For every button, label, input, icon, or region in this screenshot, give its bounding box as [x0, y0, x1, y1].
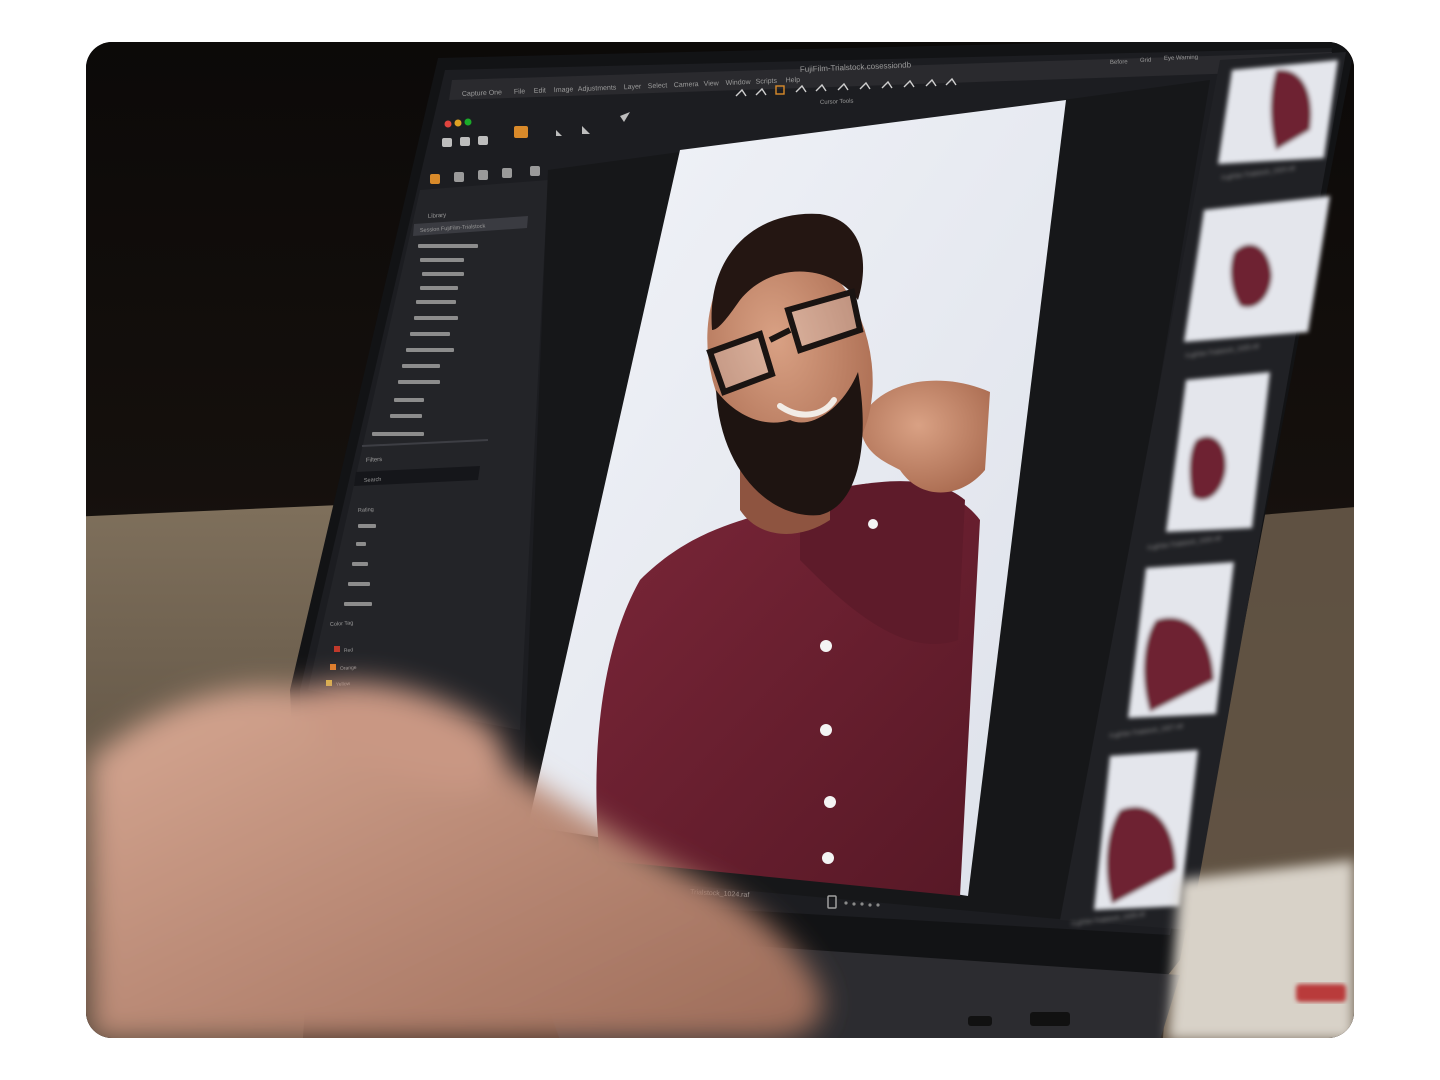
shirt-button	[868, 519, 878, 529]
before-toggle[interactable]: Before	[1110, 59, 1129, 66]
filter-search-placeholder: Search	[364, 477, 382, 484]
color-tag-red-label: Red	[344, 647, 354, 654]
menu-select[interactable]: Select	[648, 82, 668, 90]
color-tag-orange[interactable]	[330, 664, 336, 670]
tree-row[interactable]	[402, 364, 440, 368]
process-icon[interactable]	[478, 136, 488, 145]
laptop-port	[1030, 1012, 1070, 1026]
tree-row[interactable]	[418, 244, 478, 248]
minimize-window-icon[interactable]	[454, 119, 462, 127]
menu-edit[interactable]: Edit	[534, 87, 546, 95]
tree-row[interactable]	[414, 316, 458, 320]
capture-tab-icon[interactable]	[454, 172, 464, 182]
library-title: Library	[428, 213, 447, 220]
page-dot[interactable]	[868, 903, 872, 907]
shirt-button	[822, 852, 834, 864]
tree-row[interactable]	[410, 332, 450, 336]
color-tag-red[interactable]	[334, 646, 340, 652]
foreground-device	[1168, 860, 1354, 1038]
grid-toggle[interactable]: Grid	[1140, 58, 1152, 64]
tree-row[interactable]	[420, 286, 458, 290]
menu-image[interactable]: Image	[554, 86, 574, 94]
tree-row[interactable]	[394, 398, 424, 402]
photo-scene: Capture One File Edit Image Adjustments …	[86, 42, 1354, 1038]
tree-row[interactable]	[372, 432, 424, 436]
tree-row[interactable]	[390, 414, 422, 418]
exposure-warning-toggle[interactable]: Eye Warning	[1164, 55, 1198, 62]
tree-row[interactable]	[398, 380, 440, 384]
camera-icon[interactable]	[514, 126, 528, 138]
menu-help[interactable]: Help	[786, 77, 801, 85]
tree-row[interactable]	[422, 272, 464, 276]
zoom-window-icon[interactable]	[464, 118, 472, 126]
color-tab-icon[interactable]	[502, 168, 512, 178]
close-window-icon[interactable]	[444, 120, 452, 128]
rating-row[interactable]	[356, 542, 366, 546]
export-icon[interactable]	[460, 137, 470, 146]
filmstrip-thumbnail[interactable]	[1184, 196, 1330, 342]
more-tab-icon[interactable]	[530, 166, 540, 176]
rating-row[interactable]	[344, 602, 372, 606]
library-tab-icon[interactable]	[430, 174, 440, 184]
page-dot[interactable]	[844, 901, 848, 905]
device-red-port	[1296, 984, 1346, 1002]
menu-camera[interactable]: Camera	[674, 81, 699, 89]
filters-title: Filters	[366, 457, 383, 464]
menu-layer[interactable]: Layer	[624, 83, 642, 91]
menu-scripts[interactable]: Scripts	[756, 78, 778, 86]
menu-window[interactable]: Window	[726, 79, 752, 87]
photo-frame: Capture One File Edit Image Adjustments …	[86, 42, 1354, 1038]
shirt-button	[820, 640, 832, 652]
tree-row[interactable]	[416, 300, 456, 304]
rating-row[interactable]	[352, 562, 368, 566]
rating-row[interactable]	[358, 524, 376, 528]
page-dot[interactable]	[876, 903, 880, 907]
import-icon[interactable]	[442, 138, 452, 147]
shirt-button	[824, 796, 836, 808]
lens-tab-icon[interactable]	[478, 170, 488, 180]
color-tag-orange-label: Orange	[340, 665, 357, 672]
tree-row[interactable]	[406, 348, 454, 352]
menu-file[interactable]: File	[514, 88, 526, 95]
shirt-button	[820, 724, 832, 736]
tree-row[interactable]	[420, 258, 464, 262]
laptop-port	[968, 1016, 992, 1026]
filmstrip-thumbnail[interactable]	[1218, 60, 1338, 164]
page-dot[interactable]	[860, 902, 864, 906]
rating-title: Rating	[358, 507, 374, 514]
rating-row[interactable]	[348, 582, 370, 586]
menu-view[interactable]: View	[704, 80, 720, 88]
page-dot[interactable]	[852, 902, 856, 906]
